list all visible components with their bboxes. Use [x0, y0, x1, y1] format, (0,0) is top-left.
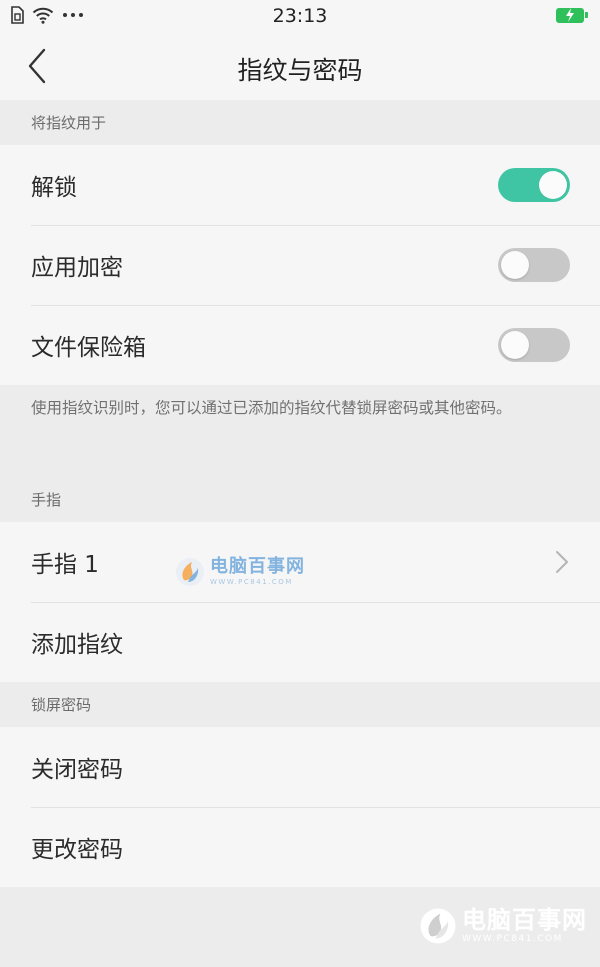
- row-label: 解锁: [31, 175, 77, 201]
- row-finger-1[interactable]: 手指 1: [0, 522, 600, 602]
- toggle-knob: [501, 251, 529, 279]
- lock-password-list: 关闭密码 更改密码: [0, 727, 600, 887]
- status-bar: 23:13: [0, 0, 600, 32]
- row-label: 更改密码: [31, 837, 123, 863]
- row-label: 文件保险箱: [31, 335, 146, 361]
- status-time: 23:13: [272, 5, 328, 27]
- file-safe-toggle[interactable]: [498, 328, 570, 362]
- chevron-right-icon: [556, 551, 568, 573]
- fingerprint-use-list: 解锁 应用加密 文件保险箱: [0, 145, 600, 385]
- page-title: 指纹与密码: [237, 56, 363, 85]
- section-header-fingers: 手指: [0, 477, 600, 522]
- row-unlock[interactable]: 解锁: [0, 145, 600, 225]
- app-encryption-toggle[interactable]: [498, 248, 570, 282]
- fingers-list: 手指 1 添加指纹: [0, 522, 600, 682]
- nav-bar: 指纹与密码: [0, 32, 600, 100]
- row-app-encryption[interactable]: 应用加密: [0, 225, 600, 305]
- fingerprint-hint: 使用指纹识别时，您可以通过已添加的指纹代替锁屏密码或其他密码。: [0, 385, 600, 477]
- row-label: 手指 1: [31, 552, 99, 578]
- bottom-fill: [0, 887, 600, 967]
- section-header-lock-password: 锁屏密码: [0, 682, 600, 727]
- toggle-knob: [501, 331, 529, 359]
- row-disable-password[interactable]: 关闭密码: [0, 727, 600, 807]
- row-add-fingerprint[interactable]: 添加指纹: [0, 602, 600, 682]
- row-label: 应用加密: [31, 255, 123, 281]
- row-label: 添加指纹: [31, 632, 123, 658]
- section-header-fingerprint-use: 将指纹用于: [0, 100, 600, 145]
- battery-charging-icon: [556, 8, 588, 23]
- row-label: 关闭密码: [31, 757, 123, 783]
- unlock-toggle[interactable]: [498, 168, 570, 202]
- toggle-knob: [539, 171, 567, 199]
- row-file-safe[interactable]: 文件保险箱: [0, 305, 600, 385]
- row-change-password[interactable]: 更改密码: [0, 807, 600, 887]
